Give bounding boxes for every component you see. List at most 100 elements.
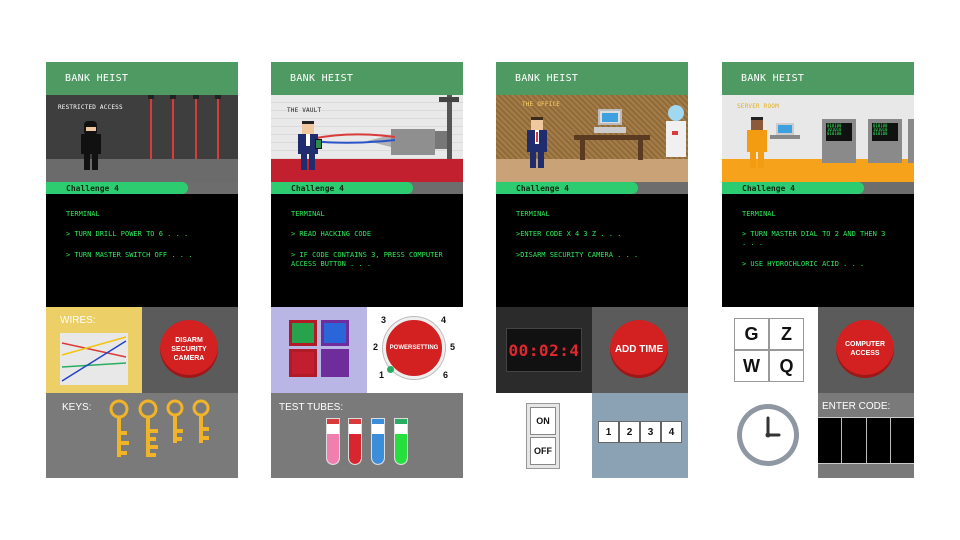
disarm-camera-button[interactable]: DISARM SECURITY CAMERA [160,320,218,378]
challenge-label: Challenge 4 [291,184,344,193]
letter-label: W [743,355,760,376]
timer-panel: 00:02:4 [496,307,592,393]
desk-computer [776,123,794,135]
keypad-panel: 1 2 3 4 [592,393,688,478]
terminal-line: > TURN MASTER DIAL TO 2 AND THEN 3 . . . [742,230,890,247]
clock-icon[interactable] [735,402,801,468]
code-digit-slot[interactable] [818,418,843,463]
title-bar: BANK HEIST [722,62,914,95]
progress-bar: Challenge 4 [496,182,688,194]
blue-test-tube[interactable] [371,418,385,465]
server-rack: 010100 101010 010100 [822,119,856,163]
agent-character [297,121,322,171]
businessman-character [526,117,548,169]
switch-on-label: ON [536,416,550,426]
title-bar: BANK HEIST [496,62,688,95]
terminal-title: TERMINAL [66,210,100,218]
scene-label: THE VAULT [287,107,322,114]
scene-restricted-access: RESTRICTED ACCESS [46,95,238,182]
letter-grid: G Z W Q [734,318,804,382]
green-test-tube[interactable] [394,418,408,465]
keys-panel: KEYS: [46,393,238,478]
dial-number-4: 4 [441,315,447,325]
dial-indicator [387,366,394,373]
terminal-line: > TURN DRILL POWER TO 6 . . . [66,230,189,238]
timer-value: 00:02:4 [508,340,580,360]
app-title: BANK HEIST [741,73,805,84]
letter-key-q[interactable]: Q [770,351,803,381]
keypad-key-label: 2 [626,426,633,438]
terminal-title: TERMINAL [291,210,325,218]
keypad-key-4[interactable]: 4 [661,421,682,443]
switch-off-button[interactable]: OFF [530,437,556,465]
test-tubes-label: TEST TUBES: [279,402,344,413]
letter-grid-panel: G Z W Q [722,307,818,393]
challenge-label: Challenge 4 [66,184,119,193]
button-panel: ADD TIME [592,307,688,393]
wires-label: WIRES: [60,315,96,326]
color-buttons-panel [271,307,367,393]
keypad-key-3[interactable]: 3 [640,421,661,443]
letter-key-z[interactable]: Z [770,319,803,349]
enter-code-label: ENTER CODE: [822,401,891,412]
app-title: BANK HEIST [65,73,129,84]
computer-access-button[interactable]: COMPUTER ACCESS [836,320,894,378]
worker-character [746,117,768,169]
scene-label: SERVER ROOM [737,103,779,110]
red-square-button[interactable] [289,349,317,377]
title-bar: BANK HEIST [46,62,238,95]
switch-off-label: OFF [534,446,552,456]
code-digit-slot[interactable] [867,418,891,463]
keypad-key-label: 1 [605,426,612,438]
keypad-key-label: 4 [668,426,675,438]
terminal-panel: TERMINAL > TURN DRILL POWER TO 6 . . . >… [46,194,238,307]
green-square-button[interactable] [289,320,317,346]
key-icon[interactable] [164,399,186,447]
enter-code-panel: ENTER CODE: [818,393,914,478]
add-time-button[interactable]: ADD TIME [610,320,668,378]
switch-panel: ON OFF [496,393,592,478]
dial-number-3: 3 [381,315,387,325]
key-icon[interactable] [135,399,161,461]
key-icon[interactable] [190,399,212,447]
code-digit-slot[interactable] [842,418,867,463]
letter-key-g[interactable]: G [735,319,768,349]
app-title: BANK HEIST [515,73,579,84]
challenge-label: Challenge 4 [742,184,795,193]
keypad: 1 2 3 4 [598,421,682,443]
keypad-key-2[interactable]: 2 [619,421,640,443]
terminal-panel: TERMINAL > TURN MASTER DIAL TO 2 AND THE… [722,194,914,307]
terminal-panel: TERMINAL >ENTER CODE X 4 3 Z . . . >DISA… [496,194,688,307]
blue-square-button[interactable] [321,320,349,346]
progress-bar: Challenge 4 [271,182,463,194]
app-title: BANK HEIST [290,73,354,84]
code-digit-slot[interactable] [891,418,914,463]
clock-panel [722,393,818,478]
challenge-label: Challenge 4 [516,184,569,193]
key-icon[interactable] [106,399,132,461]
code-input[interactable] [818,417,914,464]
terminal-line: > TURN MASTER SWITCH OFF . . . [66,251,193,259]
red-test-tube[interactable] [348,418,362,465]
phone-screen-3: BANK HEIST THE OFFICE Challenge 4 TERMIN… [496,62,688,478]
button-panel: DISARM SECURITY CAMERA [142,307,238,393]
letter-label: Z [781,323,792,344]
letter-label: G [744,323,759,344]
scene-the-vault: THE VAULT [271,95,463,182]
office-computer [598,109,622,125]
scene-server-room: SERVER ROOM 010100 101010 010100 010100 101… [722,95,914,182]
keypad-key-1[interactable]: 1 [598,421,619,443]
letter-key-w[interactable]: W [735,351,768,381]
progress-bar: Challenge 4 [722,182,914,194]
purple-square-button[interactable] [321,349,349,377]
countdown-timer: 00:02:4 [506,328,582,372]
phone-screen-2: BANK HEIST THE VAULT Challenge 4 TERMINA… [271,62,463,478]
phone-screen-1: BANK HEIST RESTRICTED ACCESS Challenge 4… [46,62,238,478]
switch-on-button[interactable]: ON [530,407,556,435]
terminal-line: > READ HACKING CODE [291,230,372,238]
master-switch[interactable]: ON OFF [526,403,560,469]
terminal-title: TERMINAL [742,210,776,218]
wires-graphic[interactable] [60,333,128,385]
pink-test-tube[interactable] [326,418,340,465]
wires-panel[interactable]: WIRES: [46,307,142,393]
